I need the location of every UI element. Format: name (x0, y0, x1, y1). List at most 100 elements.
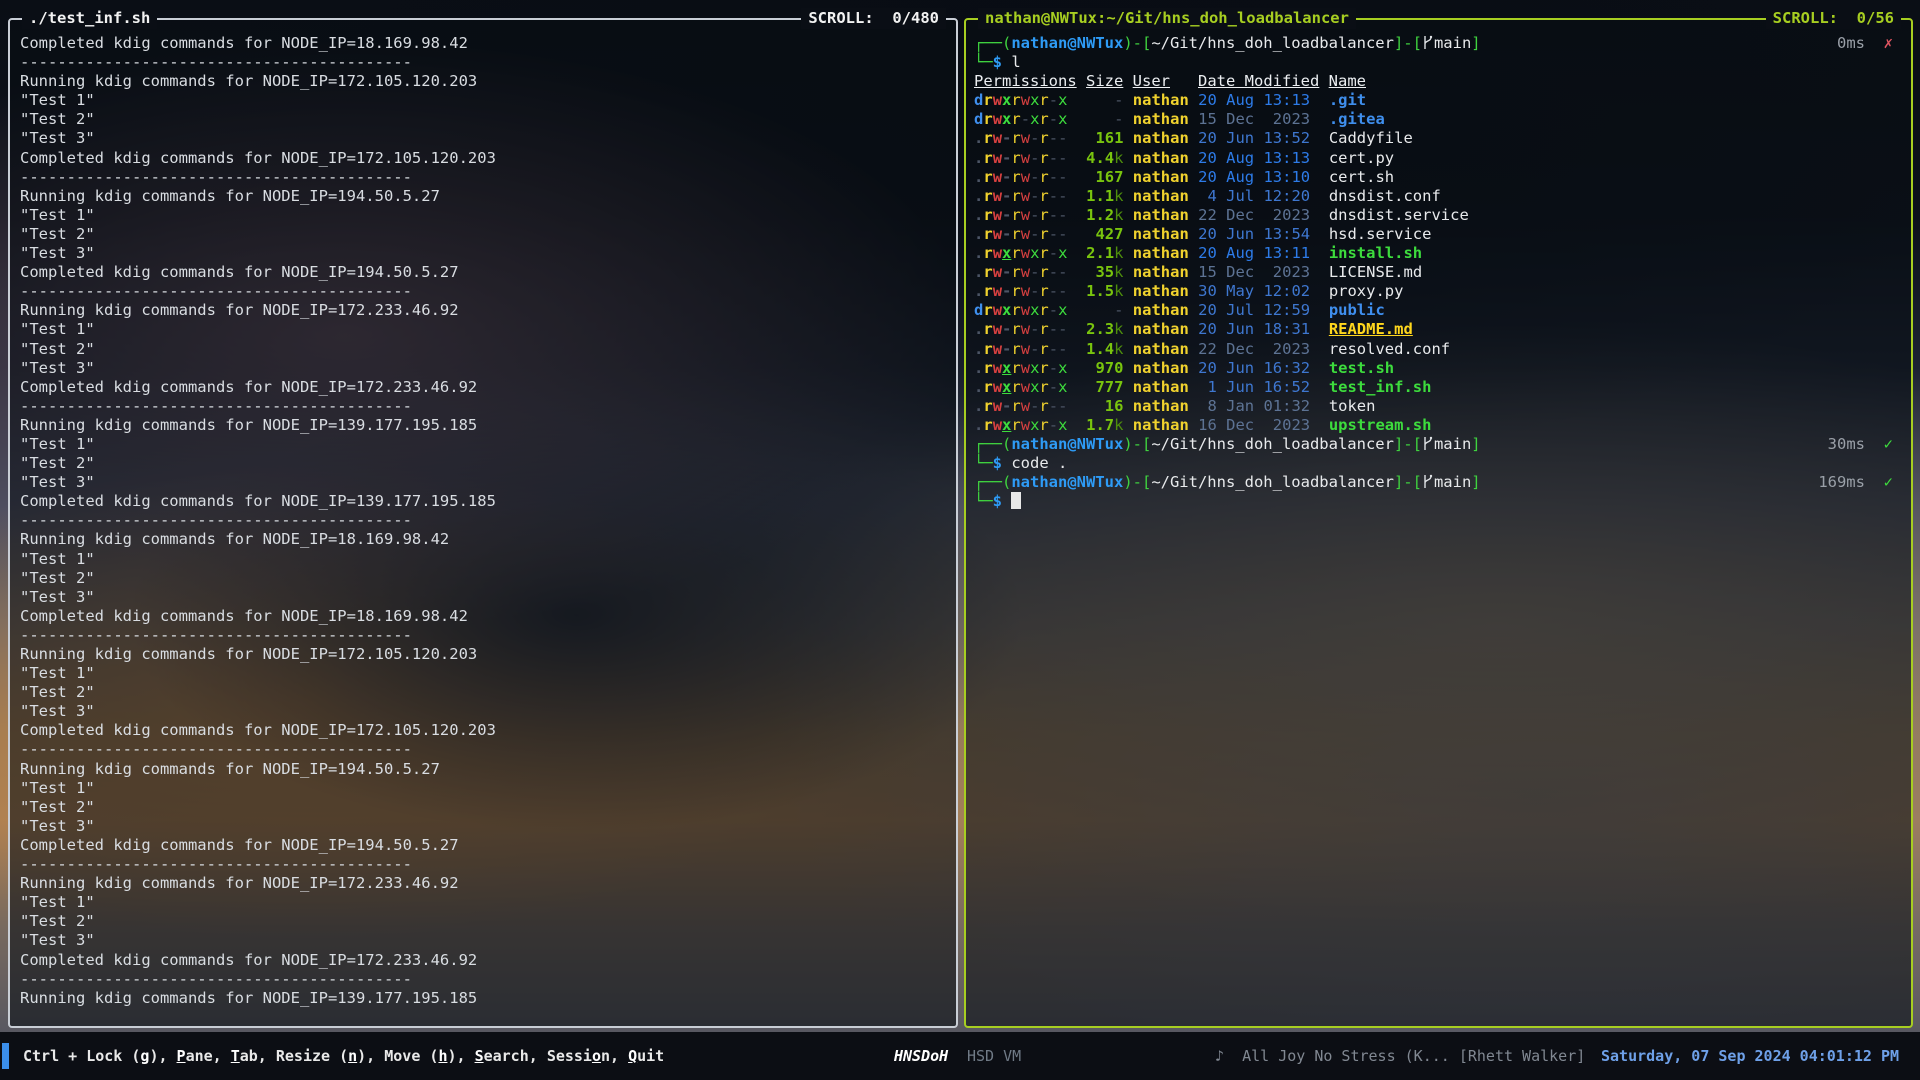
terminal-line: Completed kdig commands for NODE_IP=172.… (20, 951, 948, 970)
terminal-line: Completed kdig commands for NODE_IP=172.… (20, 378, 948, 397)
pane-right-shell[interactable]: nathan@NWTux:~/Git/hns_doh_loadbalancer … (964, 18, 1913, 1028)
terminal-line: "Test 3" (20, 473, 948, 492)
left-pane-titlebar: ./test_inf.sh SCROLL: 0/480 (22, 8, 946, 29)
terminal-line: ----------------------------------------… (20, 397, 948, 416)
terminal-line: Running kdig commands for NODE_IP=194.50… (20, 187, 948, 206)
pane-left-test-script[interactable]: ./test_inf.sh SCROLL: 0/480 Completed kd… (8, 18, 958, 1028)
terminal-line: Running kdig commands for NODE_IP=18.169… (20, 530, 948, 549)
terminal-line: "Test 1" (20, 550, 948, 569)
shell-prompt: ┌──(nathan@NWTux)-[~/Git/hns_doh_loadbal… (974, 34, 1903, 53)
check-icon: ✓ (1884, 435, 1893, 453)
command-duration: 0ms ✗ (1837, 34, 1903, 53)
file-row: .rw-rw-r-- 427 nathan 20 Jun 13:54 hsd.s… (974, 225, 1903, 244)
check-icon: ✓ (1884, 473, 1893, 491)
git-branch-icon (1422, 436, 1433, 456)
now-playing: ♪ All Joy No Stress (K... [Rhett Walker] (1215, 1047, 1585, 1065)
file-row: .rw-rw-r-- 1.5k nathan 30 May 12:02 prox… (974, 282, 1903, 301)
right-pane-titlebar: nathan@NWTux:~/Git/hns_doh_loadbalancer … (978, 8, 1901, 29)
file-row: .rw-rw-r-- 167 nathan 20 Aug 13:10 cert.… (974, 168, 1903, 187)
terminal-line: "Test 2" (20, 340, 948, 359)
git-branch-icon (1422, 35, 1433, 55)
command-duration: 169ms ✓ (1818, 473, 1903, 492)
keybinding-hints: Ctrl + Lock (g), Pane, Tab, Resize (n), … (23, 1047, 664, 1065)
terminal-line: Running kdig commands for NODE_IP=172.23… (20, 874, 948, 893)
clock: Saturday, 07 Sep 2024 04:01:12 PM (1601, 1047, 1899, 1065)
vm-label: HSD VM (967, 1047, 1021, 1065)
right-terminal-output[interactable]: ┌──(nathan@NWTux)-[~/Git/hns_doh_loadbal… (966, 20, 1911, 511)
file-row: .rw-rw-r-- 1.4k nathan 22 Dec 2023 resol… (974, 340, 1903, 359)
terminal-line: ----------------------------------------… (20, 53, 948, 72)
shell-prompt: ┌──(nathan@NWTux)-[~/Git/hns_doh_loadbal… (974, 435, 1903, 454)
file-row: .rwxrwxr-x 1.7k nathan 16 Dec 2023 upstr… (974, 416, 1903, 435)
shell-command-line: └─$ code . (974, 454, 1903, 473)
terminal-line: "Test 1" (20, 893, 948, 912)
terminal-line: "Test 1" (20, 779, 948, 798)
file-row: drwxr-xr-x - nathan 15 Dec 2023 .gitea (974, 110, 1903, 129)
terminal-line: "Test 3" (20, 702, 948, 721)
command-duration: 30ms ✓ (1828, 435, 1903, 454)
terminal-line: "Test 1" (20, 435, 948, 454)
terminal-line: Completed kdig commands for NODE_IP=139.… (20, 492, 948, 511)
file-row: drwxrwxr-x - nathan 20 Jul 12:59 public (974, 301, 1903, 320)
terminal-line: ----------------------------------------… (20, 855, 948, 874)
file-row: drwxrwxr-x - nathan 20 Aug 13:13 .git (974, 91, 1903, 110)
status-bar: Ctrl + Lock (g), Pane, Tab, Resize (n), … (0, 1032, 1920, 1080)
right-pane-scroll-indicator: SCROLL: 0/56 (1766, 8, 1901, 29)
terminal-line: Running kdig commands for NODE_IP=172.10… (20, 645, 948, 664)
terminal-line: "Test 3" (20, 588, 948, 607)
terminal-line: "Test 2" (20, 110, 948, 129)
file-row: .rw-rw-r-- 161 nathan 20 Jun 13:52 Caddy… (974, 129, 1903, 148)
terminal-line: "Test 1" (20, 206, 948, 225)
shell-command-line: └─$ l (974, 53, 1903, 72)
terminal-line: "Test 3" (20, 931, 948, 950)
terminal-line: Completed kdig commands for NODE_IP=172.… (20, 721, 948, 740)
terminal-line: Completed kdig commands for NODE_IP=194.… (20, 836, 948, 855)
left-pane-scroll-indicator: SCROLL: 0/480 (801, 8, 946, 29)
file-row: .rw-rw-r-- 35k nathan 15 Dec 2023 LICENS… (974, 263, 1903, 282)
terminal-line: "Test 2" (20, 454, 948, 473)
file-row: .rwxrwxr-x 777 nathan 1 Jun 16:52 test_i… (974, 378, 1903, 397)
file-row: .rw-rw-r-- 1.1k nathan 4 Jul 12:20 dnsdi… (974, 187, 1903, 206)
terminal-line: "Test 2" (20, 225, 948, 244)
terminal-line: Running kdig commands for NODE_IP=172.23… (20, 301, 948, 320)
file-row: .rw-rw-r-- 4.4k nathan 20 Aug 13:13 cert… (974, 149, 1903, 168)
terminal-line: Running kdig commands for NODE_IP=194.50… (20, 760, 948, 779)
file-row: .rw-rw-r-- 1.2k nathan 22 Dec 2023 dnsdi… (974, 206, 1903, 225)
terminal-line: "Test 2" (20, 569, 948, 588)
focus-indicator-block (2, 1043, 9, 1069)
right-pane-title: nathan@NWTux:~/Git/hns_doh_loadbalancer (978, 8, 1356, 29)
terminal-line: ----------------------------------------… (20, 626, 948, 645)
file-row: .rw-rw-r-- 2.3k nathan 20 Jun 18:31 READ… (974, 320, 1903, 339)
left-terminal-output: Completed kdig commands for NODE_IP=18.1… (10, 20, 956, 1008)
cross-icon: ✗ (1884, 34, 1893, 52)
terminal-line: Completed kdig commands for NODE_IP=172.… (20, 149, 948, 168)
app-badge: HNSDoH (894, 1047, 948, 1065)
file-row: .rwxrwxr-x 2.1k nathan 20 Aug 13:11 inst… (974, 244, 1903, 263)
terminal-line: ----------------------------------------… (20, 511, 948, 530)
music-note-icon: ♪ (1215, 1047, 1224, 1065)
shell-prompt: ┌──(nathan@NWTux)-[~/Git/hns_doh_loadbal… (974, 473, 1903, 492)
terminal-line: Completed kdig commands for NODE_IP=18.1… (20, 607, 948, 626)
terminal-line: Running kdig commands for NODE_IP=172.10… (20, 72, 948, 91)
now-playing-text: All Joy No Stress (K... [Rhett Walker] (1242, 1047, 1585, 1065)
terminal-line: "Test 2" (20, 912, 948, 931)
terminal-line: "Test 3" (20, 817, 948, 836)
terminal-line: ----------------------------------------… (20, 970, 948, 989)
file-row: .rw-rw-r-- 16 nathan 8 Jan 01:32 token (974, 397, 1903, 416)
terminal-line: "Test 2" (20, 798, 948, 817)
git-branch-icon (1422, 474, 1433, 494)
terminal-line: Completed kdig commands for NODE_IP=18.1… (20, 34, 948, 53)
cursor-block[interactable] (1011, 492, 1021, 509)
terminal-line: Running kdig commands for NODE_IP=139.17… (20, 989, 948, 1008)
file-listing-header: Permissions Size User Date Modified Name (974, 72, 1903, 91)
shell-command-line: └─$ (974, 492, 1903, 511)
terminal-line: "Test 3" (20, 129, 948, 148)
terminal-line: ----------------------------------------… (20, 282, 948, 301)
terminal-line: ----------------------------------------… (20, 168, 948, 187)
terminal-line: "Test 2" (20, 683, 948, 702)
terminal-line: "Test 3" (20, 359, 948, 378)
file-row: .rwxrwxr-x 970 nathan 20 Jun 16:32 test.… (974, 359, 1903, 378)
terminal-line: "Test 3" (20, 244, 948, 263)
terminal-line: Running kdig commands for NODE_IP=139.17… (20, 416, 948, 435)
terminal-line: "Test 1" (20, 91, 948, 110)
